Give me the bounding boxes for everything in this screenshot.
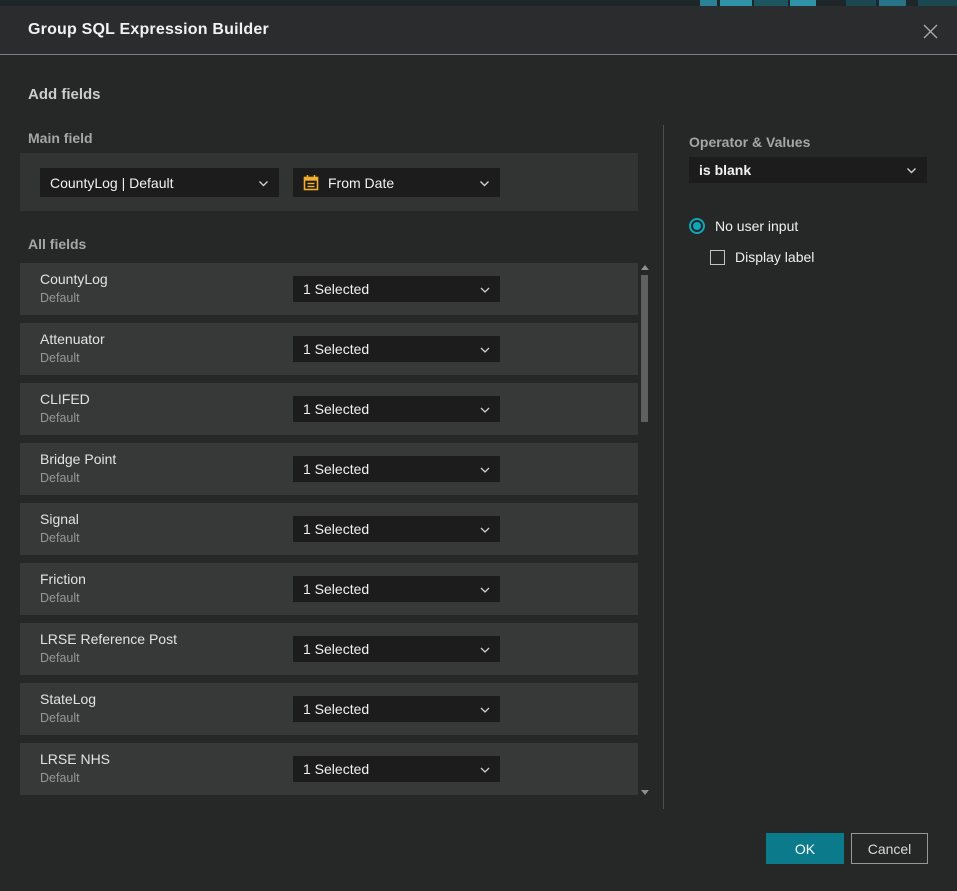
dialog-titlebar: Group SQL Expression Builder — [0, 6, 957, 55]
field-name: LRSE NHS — [40, 751, 110, 767]
main-field-label: Main field — [28, 130, 93, 146]
field-selection-select[interactable]: 1 Selected — [293, 756, 500, 782]
field-name: LRSE Reference Post — [40, 631, 177, 647]
field-selection-value: 1 Selected — [303, 521, 472, 537]
field-name: Attenuator — [40, 331, 105, 347]
screen: Group SQL Expression Builder Add fields … — [0, 0, 957, 891]
scrollbar-thumb[interactable] — [641, 275, 648, 422]
chevron-down-icon — [258, 174, 269, 192]
field-selection-value: 1 Selected — [303, 641, 472, 657]
field-name: Friction — [40, 571, 86, 587]
field-selection-select[interactable]: 1 Selected — [293, 276, 500, 302]
field-row-friction[interactable]: Friction Default 1 Selected — [20, 563, 638, 615]
chevron-down-icon — [479, 174, 490, 192]
field-name: CountyLog — [40, 271, 108, 287]
scroll-down-icon[interactable] — [641, 790, 649, 795]
chevron-down-icon — [480, 760, 490, 778]
field-subtitle: Default — [40, 771, 80, 785]
field-selection-value: 1 Selected — [303, 401, 472, 417]
checkbox-unchecked-icon — [710, 250, 725, 265]
field-name: Signal — [40, 511, 79, 527]
chevron-down-icon — [480, 400, 490, 418]
field-selection-select[interactable]: 1 Selected — [293, 636, 500, 662]
field-subtitle: Default — [40, 591, 80, 605]
field-row-clifed[interactable]: CLIFED Default 1 Selected — [20, 383, 638, 435]
panel-divider — [663, 125, 664, 809]
field-selection-select[interactable]: 1 Selected — [293, 516, 500, 542]
no-user-input-radio[interactable]: No user input — [689, 218, 798, 234]
field-selection-select[interactable]: 1 Selected — [293, 696, 500, 722]
field-name: CLIFED — [40, 391, 90, 407]
all-fields-label: All fields — [28, 236, 86, 252]
operator-values-label: Operator & Values — [689, 134, 810, 150]
field-name: StateLog — [40, 691, 96, 707]
scroll-up-icon[interactable] — [641, 265, 649, 270]
all-fields-list: CountyLog Default 1 Selected Attenuator … — [20, 263, 638, 803]
field-subtitle: Default — [40, 471, 80, 485]
field-row-attenuator[interactable]: Attenuator Default 1 Selected — [20, 323, 638, 375]
field-selection-value: 1 Selected — [303, 281, 472, 297]
chevron-down-icon — [480, 280, 490, 298]
fields-list-scrollbar[interactable] — [640, 263, 650, 797]
field-row-statelog[interactable]: StateLog Default 1 Selected — [20, 683, 638, 735]
radio-selected-icon — [689, 218, 705, 234]
field-selection-value: 1 Selected — [303, 581, 472, 597]
field-selection-select[interactable]: 1 Selected — [293, 396, 500, 422]
field-row-lrse-reference-post[interactable]: LRSE Reference Post Default 1 Selected — [20, 623, 638, 675]
add-fields-heading: Add fields — [28, 86, 101, 103]
display-label-checkbox[interactable]: Display label — [710, 249, 814, 265]
chevron-down-icon — [480, 640, 490, 658]
field-selection-select[interactable]: 1 Selected — [293, 336, 500, 362]
dialog-title: Group SQL Expression Builder — [28, 21, 269, 39]
field-selection-select[interactable]: 1 Selected — [293, 576, 500, 602]
field-selection-value: 1 Selected — [303, 341, 472, 357]
main-field-panel: CountyLog | Default From Date — [20, 153, 638, 211]
chevron-down-icon — [480, 520, 490, 538]
field-selection-value: 1 Selected — [303, 761, 472, 777]
field-subtitle: Default — [40, 411, 80, 425]
chevron-down-icon — [480, 340, 490, 358]
chevron-down-icon — [906, 161, 917, 179]
close-icon[interactable] — [917, 18, 943, 44]
calendar-icon — [303, 174, 319, 191]
field-subtitle: Default — [40, 711, 80, 725]
group-sql-expression-builder-dialog: Group SQL Expression Builder Add fields … — [0, 6, 957, 891]
no-user-input-label: No user input — [715, 218, 798, 234]
chevron-down-icon — [480, 460, 490, 478]
field-name: Bridge Point — [40, 451, 116, 467]
field-subtitle: Default — [40, 351, 80, 365]
chevron-down-icon — [480, 700, 490, 718]
field-row-bridge-point[interactable]: Bridge Point Default 1 Selected — [20, 443, 638, 495]
main-field-date-value: From Date — [328, 175, 471, 191]
field-subtitle: Default — [40, 531, 80, 545]
field-selection-value: 1 Selected — [303, 461, 472, 477]
field-subtitle: Default — [40, 291, 80, 305]
field-selection-select[interactable]: 1 Selected — [293, 456, 500, 482]
field-subtitle: Default — [40, 651, 80, 665]
display-label-label: Display label — [735, 249, 814, 265]
operator-select[interactable]: is blank — [689, 157, 927, 183]
main-field-source-select[interactable]: CountyLog | Default — [40, 168, 279, 197]
field-row-signal[interactable]: Signal Default 1 Selected — [20, 503, 638, 555]
main-field-date-select[interactable]: From Date — [293, 168, 500, 197]
chevron-down-icon — [480, 580, 490, 598]
field-row-countylog[interactable]: CountyLog Default 1 Selected — [20, 263, 638, 315]
field-row-lrse-nhs[interactable]: LRSE NHS Default 1 Selected — [20, 743, 638, 795]
cancel-button[interactable]: Cancel — [851, 833, 928, 864]
operator-value: is blank — [699, 162, 898, 178]
ok-button[interactable]: OK — [766, 833, 844, 864]
main-field-source-value: CountyLog | Default — [50, 175, 250, 191]
field-selection-value: 1 Selected — [303, 701, 472, 717]
